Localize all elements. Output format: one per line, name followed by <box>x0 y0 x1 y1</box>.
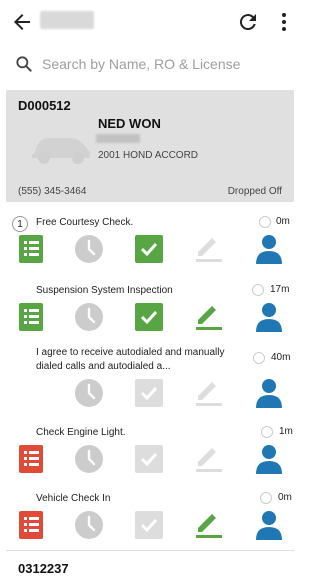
task-title: I agree to receive autodialed and manual… <box>36 347 225 372</box>
vehicle-description: 2001 HOND ACCORD <box>98 150 199 161</box>
check-icon[interactable] <box>134 378 164 408</box>
car-placeholder-icon <box>32 138 90 164</box>
customer-name: NED WON <box>98 116 161 131</box>
ro-number: D000512 <box>18 98 71 113</box>
edit-icon[interactable] <box>194 444 224 474</box>
phone-number[interactable]: (555) 345-3464 <box>18 186 86 197</box>
search-bar <box>0 48 300 82</box>
task-item[interactable]: 1 Free Courtesy Check. 0m <box>0 210 300 272</box>
status-label: Dropped Off <box>227 186 282 197</box>
clock-icon[interactable] <box>74 378 104 408</box>
task-time: 0m <box>276 216 290 227</box>
timer-icon <box>259 216 271 228</box>
refresh-icon[interactable] <box>236 10 260 34</box>
timer-icon <box>260 492 272 504</box>
task-item[interactable]: Vehicle Check In 0m <box>0 486 300 548</box>
clock-icon[interactable] <box>74 302 104 332</box>
check-icon[interactable] <box>134 510 164 540</box>
check-icon[interactable] <box>134 302 164 332</box>
task-time: 40m <box>271 352 291 363</box>
timer-icon <box>261 426 273 438</box>
vehicle-card[interactable]: D000512 NED WON 2001 HOND ACCORD (555) 3… <box>6 90 294 202</box>
checklist-icon[interactable] <box>16 302 46 332</box>
app-bar <box>0 0 300 44</box>
clock-icon[interactable] <box>74 510 104 540</box>
task-item[interactable]: Suspension System Inspection 17m <box>0 278 300 340</box>
task-time: 0m <box>278 492 292 503</box>
task-title: Check Engine Light. <box>36 427 126 438</box>
edit-icon[interactable] <box>194 378 224 408</box>
task-title: Vehicle Check In <box>36 493 111 504</box>
search-input[interactable] <box>42 52 282 76</box>
person-icon[interactable] <box>254 510 284 540</box>
search-icon <box>16 56 32 72</box>
checklist-icon[interactable] <box>16 234 46 264</box>
person-icon[interactable] <box>254 444 284 474</box>
license-plate <box>96 134 140 143</box>
edit-icon[interactable] <box>194 234 224 264</box>
task-title: Free Courtesy Check. <box>36 217 134 228</box>
arrow-back-icon[interactable] <box>10 10 34 34</box>
timer-icon <box>253 352 265 364</box>
vehicle-card[interactable]: 0312237 <box>6 550 294 581</box>
person-icon[interactable] <box>254 234 284 264</box>
checklist-icon[interactable] <box>16 444 46 474</box>
checklist-icon[interactable] <box>16 510 46 540</box>
more-vert-icon[interactable] <box>272 10 296 34</box>
task-item[interactable]: Check Engine Light. 1m <box>0 420 300 482</box>
task-item[interactable]: I agree to receive autodialed and manual… <box>0 346 300 408</box>
edit-icon[interactable] <box>194 302 224 332</box>
check-icon[interactable] <box>134 444 164 474</box>
person-icon[interactable] <box>254 302 284 332</box>
check-icon[interactable] <box>134 234 164 264</box>
ro-number: 0312237 <box>18 561 69 576</box>
clock-icon[interactable] <box>74 444 104 474</box>
timer-icon <box>252 284 264 296</box>
clock-icon[interactable] <box>74 234 104 264</box>
task-title: Suspension System Inspection <box>36 285 173 296</box>
task-time: 17m <box>270 284 290 295</box>
person-icon[interactable] <box>254 378 284 408</box>
edit-icon[interactable] <box>194 510 224 540</box>
task-count-badge: 1 <box>12 216 28 232</box>
page-title <box>40 11 94 29</box>
task-time: 1m <box>279 426 293 437</box>
